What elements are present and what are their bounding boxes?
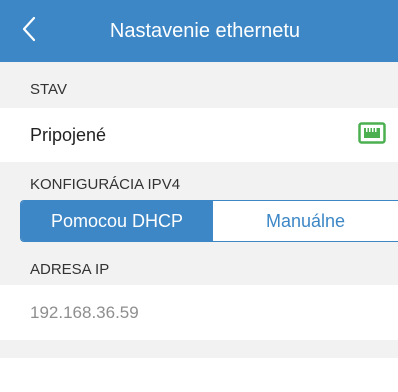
connection-status-label: Pripojené bbox=[30, 124, 107, 145]
section-divider bbox=[0, 340, 398, 358]
app-header: Nastavenie ethernetu bbox=[0, 0, 398, 62]
ethernet-port-icon bbox=[358, 121, 386, 149]
status-section-heading: STAV bbox=[0, 62, 398, 108]
ip-address-row: 192.168.36.59 bbox=[0, 285, 398, 340]
chevron-left-icon bbox=[22, 16, 36, 47]
ip-address-heading: ADRESA IP bbox=[0, 248, 398, 285]
manual-option-button[interactable]: Manuálne bbox=[213, 201, 398, 241]
ipv4-config-heading: KONFIGURÁCIA IPV4 bbox=[0, 162, 398, 196]
ipv4-mode-segmented-control: Pomocou DHCP Manuálne bbox=[20, 200, 398, 242]
back-button[interactable] bbox=[22, 0, 58, 62]
page-title: Nastavenie ethernetu bbox=[109, 19, 301, 42]
dhcp-option-button[interactable]: Pomocou DHCP bbox=[21, 201, 213, 241]
ipv4-mode-selector-container: Pomocou DHCP Manuálne bbox=[0, 196, 398, 248]
ip-address-value: 192.168.36.59 bbox=[30, 302, 139, 322]
status-row: Pripojené bbox=[0, 108, 398, 162]
